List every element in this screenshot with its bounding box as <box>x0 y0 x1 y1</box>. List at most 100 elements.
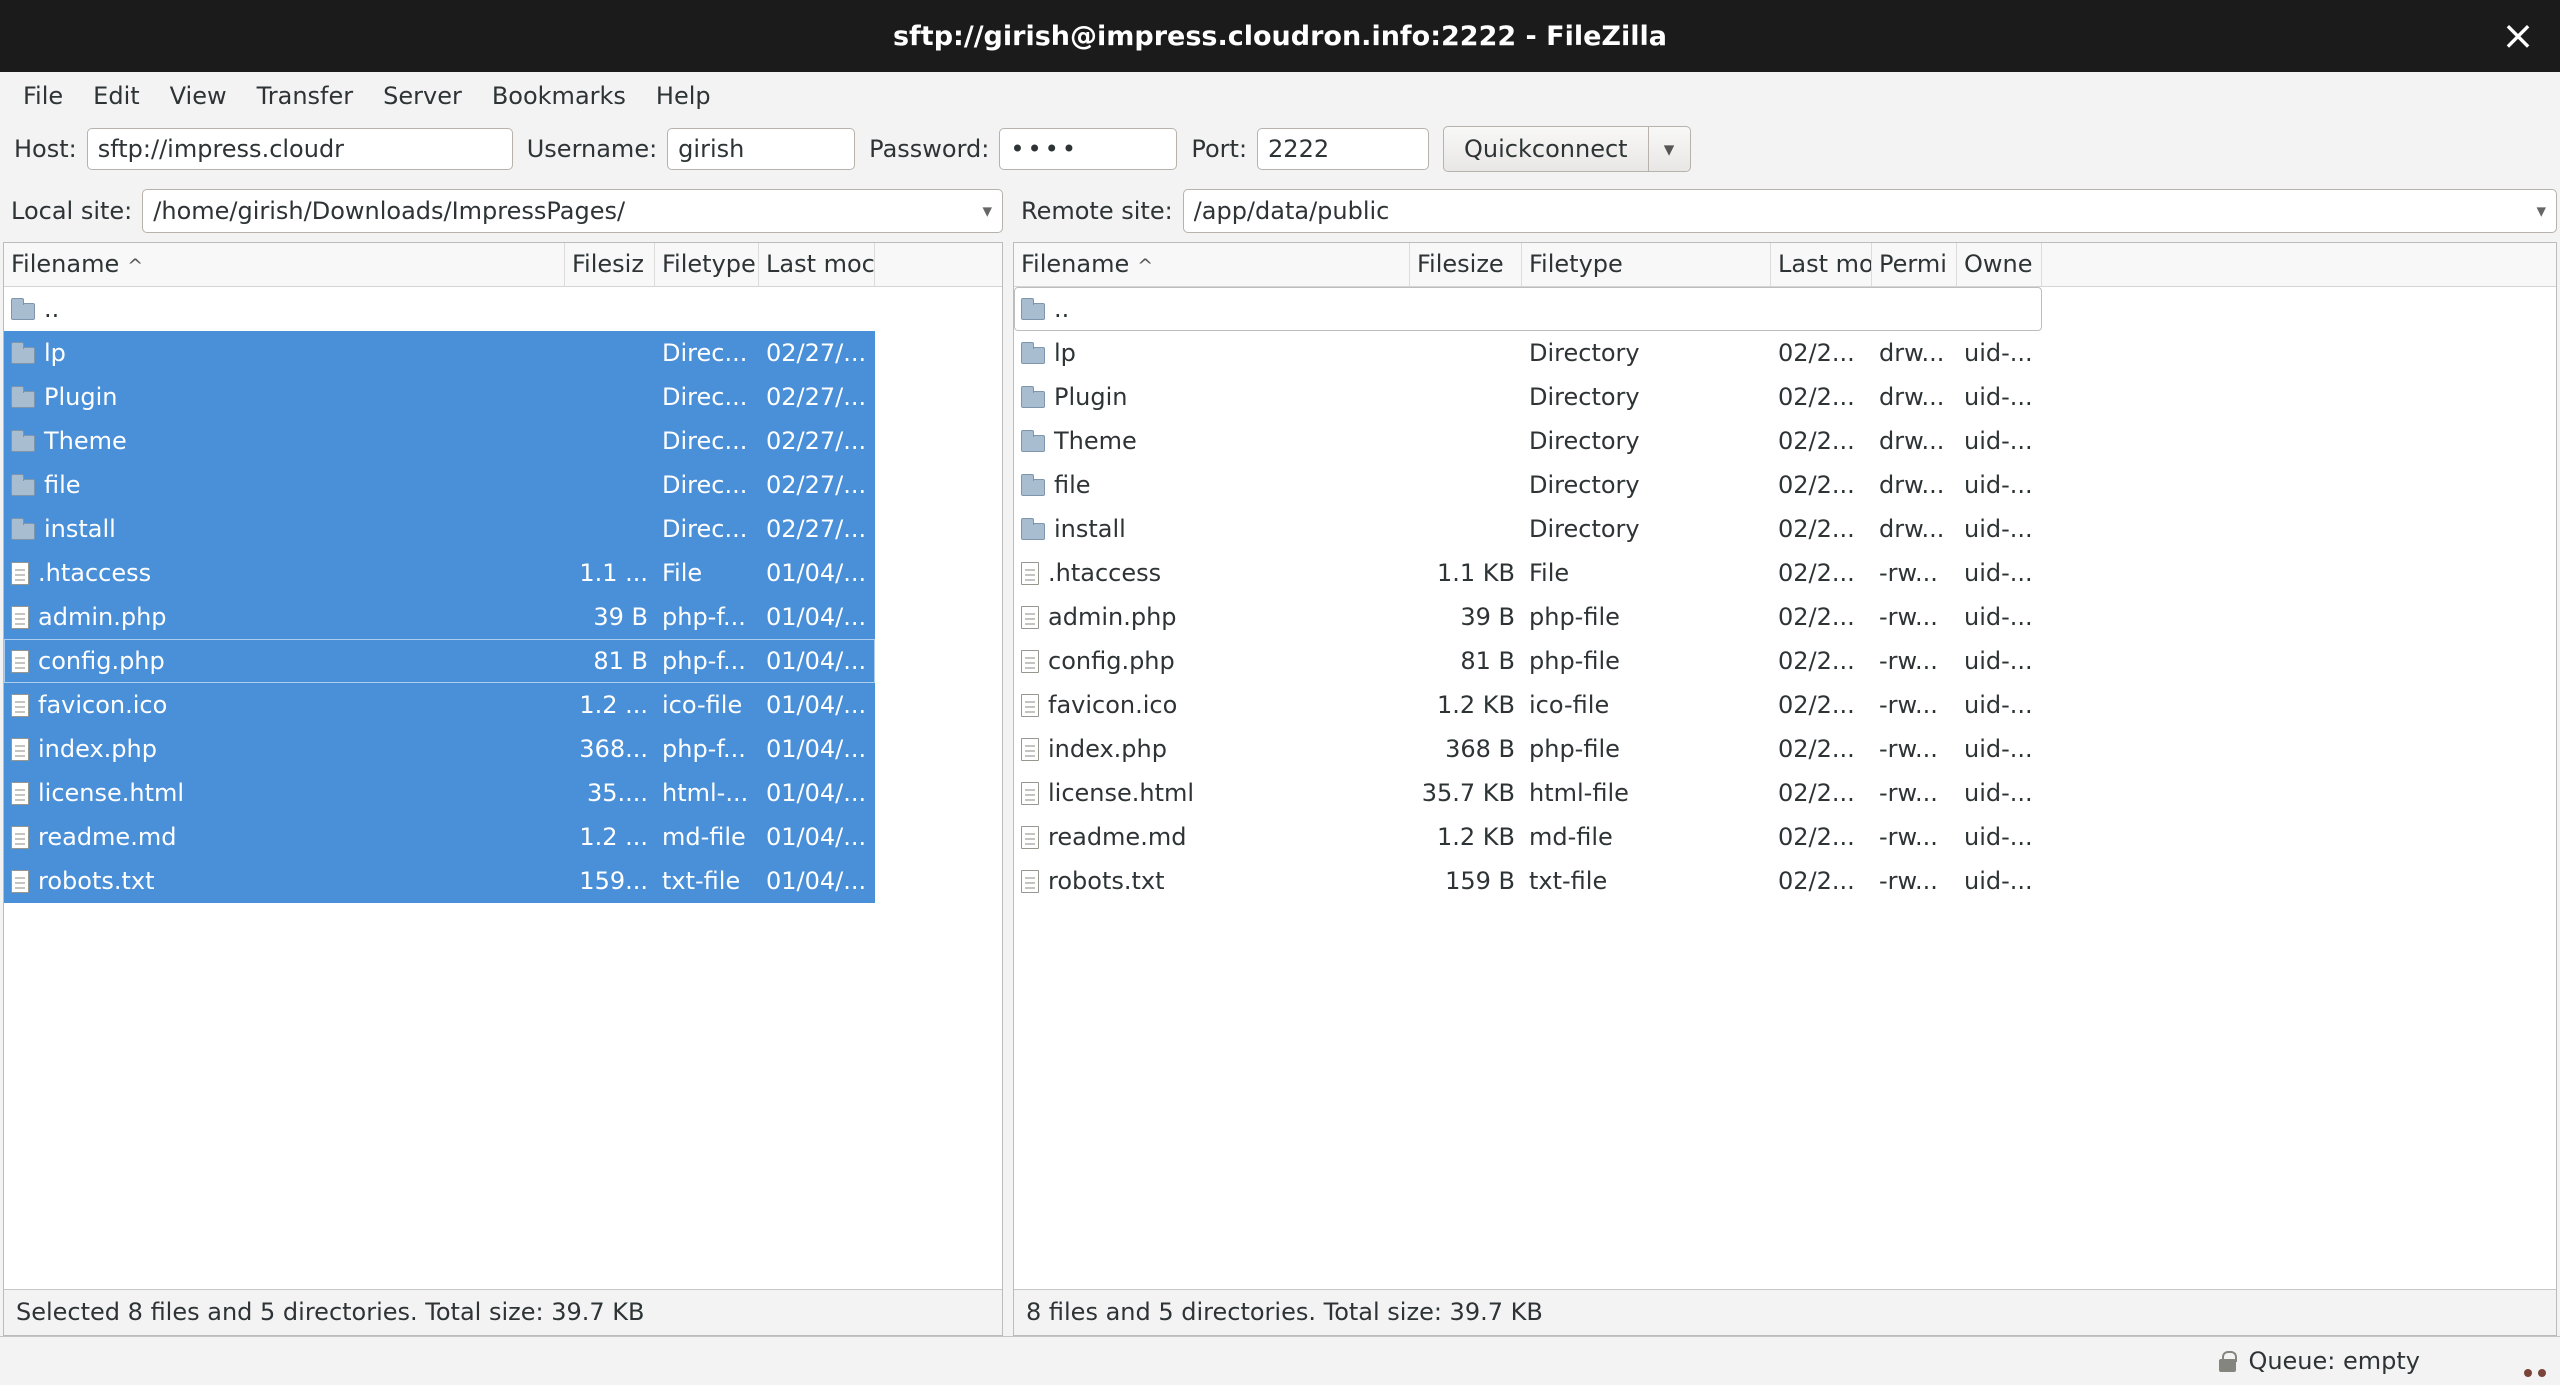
file-row[interactable]: robots.txt 159... txt-file 01/04/... <box>4 859 875 903</box>
file-type: html-... <box>662 779 749 807</box>
column-header-filesize[interactable]: Filesiz <box>565 243 655 286</box>
folder-icon <box>1021 342 1045 364</box>
username-input[interactable] <box>667 128 856 170</box>
column-header-filename[interactable]: Filename ^ <box>4 243 565 286</box>
file-row[interactable]: install Direc... 02/27/... <box>4 507 875 551</box>
file-size: 1.1 KB <box>1437 559 1515 587</box>
password-input[interactable] <box>999 128 1178 170</box>
file-row[interactable]: license.html 35.... html-... 01/04/... <box>4 771 875 815</box>
file-icon <box>1021 737 1039 761</box>
folder-icon <box>11 518 35 540</box>
file-date: 02/2... <box>1778 339 1855 367</box>
local-site-row: Local site: /home/girish/Downloads/Impre… <box>3 188 1003 234</box>
file-icon <box>11 605 29 629</box>
file-owner: uid-... <box>1964 691 2033 719</box>
file-icon <box>1021 605 1039 629</box>
parent-folder-icon <box>11 298 35 320</box>
file-row[interactable]: file Direc... 02/27/... <box>4 463 875 507</box>
file-permissions: -rw... <box>1879 735 1938 763</box>
file-row[interactable]: Plugin Directory 02/2... drw... uid-... <box>1014 375 2042 419</box>
remote-site-combobox[interactable]: /app/data/public ▾ <box>1182 189 2557 233</box>
chevron-down-icon[interactable]: ▾ <box>982 200 992 222</box>
file-owner: uid-... <box>1964 779 2033 807</box>
menu-bar: File Edit View Transfer Server Bookmarks… <box>0 72 2560 120</box>
file-name: favicon.ico <box>1014 691 1410 719</box>
file-date: 02/2... <box>1778 779 1855 807</box>
file-row[interactable]: Plugin Direc... 02/27/... <box>4 375 875 419</box>
file-row[interactable]: index.php 368... php-f... 01/04/... <box>4 727 875 771</box>
file-row[interactable]: index.php 368 B php-file 02/2... -rw... … <box>1014 727 2042 771</box>
file-type: txt-file <box>1529 867 1608 895</box>
file-row[interactable]: .. <box>4 287 875 331</box>
file-row[interactable]: install Directory 02/2... drw... uid-... <box>1014 507 2042 551</box>
file-row[interactable]: admin.php 39 B php-f... 01/04/... <box>4 595 875 639</box>
file-row[interactable]: license.html 35.7 KB html-file 02/2... -… <box>1014 771 2042 815</box>
grip-dot <box>2524 1369 2532 1377</box>
column-header-filesize[interactable]: Filesize <box>1410 243 1522 286</box>
file-size: 35.7 KB <box>1421 779 1515 807</box>
file-type: Direc... <box>662 339 748 367</box>
file-icon <box>1021 781 1039 805</box>
file-row[interactable]: .htaccess 1.1 ... File 01/04/... <box>4 551 875 595</box>
quickconnect-button[interactable]: Quickconnect <box>1444 127 1648 171</box>
file-date: 02/27/... <box>766 339 867 367</box>
file-date: 02/2... <box>1778 471 1855 499</box>
column-header-filetype[interactable]: Filetype <box>655 243 759 286</box>
local-site-path: /home/girish/Downloads/ImpressPages/ <box>153 197 626 225</box>
close-window-button[interactable]: × <box>2492 0 2544 72</box>
file-row[interactable]: Theme Directory 02/2... drw... uid-... <box>1014 419 2042 463</box>
remote-file-list: Filename ^ Filesize Filetype Last mo Perm… <box>1013 242 2557 1336</box>
menu-transfer[interactable]: Transfer <box>242 72 369 120</box>
file-date: 01/04/... <box>766 559 867 587</box>
host-label: Host: <box>14 135 77 163</box>
status-bar: Queue: empty <box>0 1336 2560 1385</box>
file-row[interactable]: lp Direc... 02/27/... <box>4 331 875 375</box>
file-row[interactable]: config.php 81 B php-f... 01/04/... <box>4 639 875 683</box>
column-header-filename[interactable]: Filename ^ <box>1014 243 1410 286</box>
column-header-owner[interactable]: Owne <box>1957 243 2042 286</box>
resize-grip[interactable] <box>2524 1369 2546 1377</box>
file-row[interactable]: lp Directory 02/2... drw... uid-... <box>1014 331 2042 375</box>
file-type: ico-file <box>1529 691 1610 719</box>
file-row[interactable]: Theme Direc... 02/27/... <box>4 419 875 463</box>
file-row[interactable]: favicon.ico 1.2 KB ico-file 02/2... -rw.… <box>1014 683 2042 727</box>
file-row[interactable]: robots.txt 159 B txt-file 02/2... -rw...… <box>1014 859 2042 903</box>
file-row[interactable]: config.php 81 B php-file 02/2... -rw... … <box>1014 639 2042 683</box>
file-row[interactable]: admin.php 39 B php-file 02/2... -rw... u… <box>1014 595 2042 639</box>
file-name: readme.md <box>4 823 565 851</box>
file-row[interactable]: .htaccess 1.1 KB File 02/2... -rw... uid… <box>1014 551 2042 595</box>
file-date: 02/2... <box>1778 823 1855 851</box>
menu-edit[interactable]: Edit <box>78 72 154 120</box>
column-header-filler <box>2042 243 2556 286</box>
quickconnect-dropdown-icon[interactable]: ▾ <box>1647 127 1690 171</box>
file-size: 368... <box>579 735 648 763</box>
file-icon <box>1021 869 1039 893</box>
column-header-permissions[interactable]: Permi <box>1872 243 1957 286</box>
column-header-lastmodified[interactable]: Last mo <box>1771 243 1872 286</box>
file-date: 01/04/... <box>766 867 867 895</box>
menu-bookmarks[interactable]: Bookmarks <box>477 72 641 120</box>
column-header-filetype[interactable]: Filetype <box>1522 243 1771 286</box>
file-row[interactable]: file Directory 02/2... drw... uid-... <box>1014 463 2042 507</box>
host-input[interactable] <box>86 128 513 170</box>
file-name: index.php <box>4 735 565 763</box>
file-row[interactable]: .. <box>1014 287 2042 331</box>
file-row[interactable]: favicon.ico 1.2 ... ico-file 01/04/... <box>4 683 875 727</box>
sort-asc-icon: ^ <box>127 255 144 277</box>
menu-help[interactable]: Help <box>641 72 726 120</box>
file-row[interactable]: readme.md 1.2 KB md-file 02/2... -rw... … <box>1014 815 2042 859</box>
local-column-headers: Filename ^ Filesiz Filetype Last moc <box>4 243 1002 287</box>
local-site-combobox[interactable]: /home/girish/Downloads/ImpressPages/ ▾ <box>142 189 1003 233</box>
menu-server[interactable]: Server <box>368 72 477 120</box>
file-size: 81 B <box>1460 647 1515 675</box>
file-permissions: drw... <box>1879 339 1945 367</box>
column-header-lastmodified[interactable]: Last moc <box>759 243 875 286</box>
menu-view[interactable]: View <box>155 72 242 120</box>
file-name: .htaccess <box>4 559 565 587</box>
chevron-down-icon[interactable]: ▾ <box>2536 200 2546 222</box>
file-size: 81 B <box>593 647 648 675</box>
quickconnect-split-button: Quickconnect ▾ <box>1443 126 1691 172</box>
file-row[interactable]: readme.md 1.2 ... md-file 01/04/... <box>4 815 875 859</box>
port-input[interactable] <box>1257 128 1430 170</box>
menu-file[interactable]: File <box>8 72 78 120</box>
